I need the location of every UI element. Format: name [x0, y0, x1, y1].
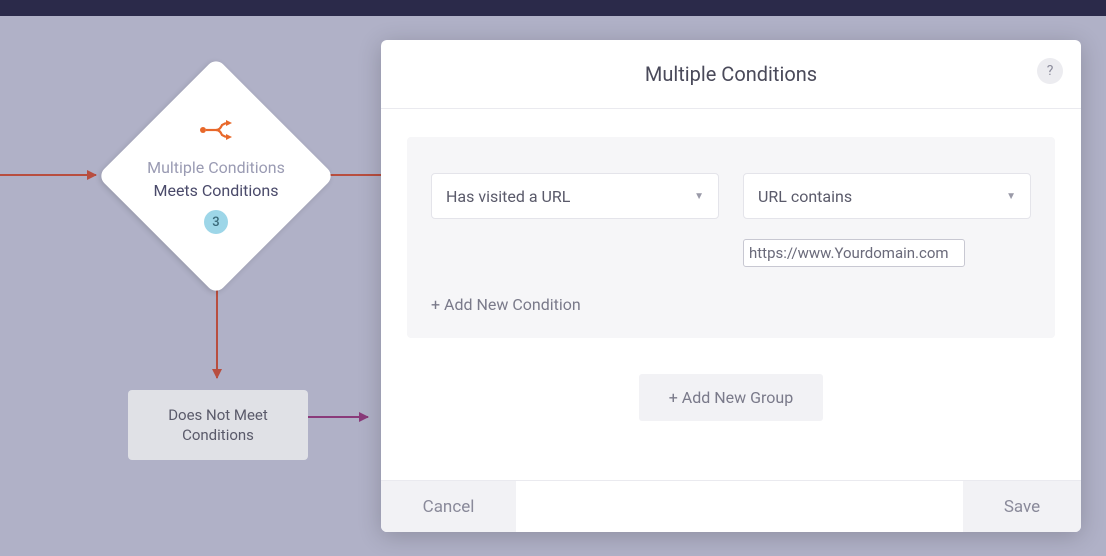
add-condition-button[interactable]: + Add New Condition: [431, 295, 581, 314]
condition-group: Has visited a URL ▼ URL contains ▼ + Add…: [407, 137, 1055, 338]
help-button[interactable]: ?: [1037, 58, 1063, 84]
arrow-right-meets: [328, 174, 388, 176]
add-group-wrap: + Add New Group: [407, 374, 1055, 421]
save-button[interactable]: Save: [963, 481, 1081, 532]
modal-footer: Cancel Save: [381, 480, 1081, 532]
modal-title: Multiple Conditions: [645, 62, 817, 86]
condition-diamond-node[interactable]: Multiple Conditions Meets Conditions 3: [98, 58, 334, 294]
branch-icon: [198, 118, 234, 146]
help-icon: ?: [1047, 63, 1054, 79]
does-not-meet-label: Does Not Meet Conditions: [136, 405, 300, 446]
diamond-subtitle: Meets Conditions: [153, 181, 278, 200]
condition-field-value: Has visited a URL: [446, 187, 570, 206]
arrow-in: [0, 174, 96, 176]
diamond-content: Multiple Conditions Meets Conditions 3: [98, 58, 334, 294]
top-bar: [0, 0, 1106, 16]
condition-operator-select[interactable]: URL contains ▼: [743, 173, 1031, 219]
modal-body: Has visited a URL ▼ URL contains ▼ + Add…: [381, 109, 1081, 480]
condition-operator-value: URL contains: [758, 187, 852, 206]
condition-row: Has visited a URL ▼ URL contains ▼: [431, 173, 1031, 219]
spacer: [431, 239, 719, 267]
condition-value-input[interactable]: [743, 239, 965, 267]
cancel-label: Cancel: [423, 497, 475, 517]
modal-header: Multiple Conditions ?: [381, 40, 1081, 109]
url-input-wrap: [743, 239, 1031, 267]
count-badge: 3: [204, 210, 228, 234]
chevron-down-icon: ▼: [694, 191, 704, 202]
arrow-not-meet-out: [308, 416, 368, 418]
cancel-button[interactable]: Cancel: [381, 481, 516, 532]
condition-value-row: [431, 239, 1031, 267]
add-group-button[interactable]: + Add New Group: [639, 374, 823, 421]
condition-field-select[interactable]: Has visited a URL ▼: [431, 173, 719, 219]
chevron-down-icon: ▼: [1006, 191, 1016, 202]
footer-spacer: [516, 481, 963, 532]
save-label: Save: [1004, 497, 1040, 517]
conditions-modal: Multiple Conditions ? Has visited a URL …: [381, 40, 1081, 532]
diamond-title: Multiple Conditions: [147, 158, 285, 177]
does-not-meet-node[interactable]: Does Not Meet Conditions: [128, 390, 308, 460]
